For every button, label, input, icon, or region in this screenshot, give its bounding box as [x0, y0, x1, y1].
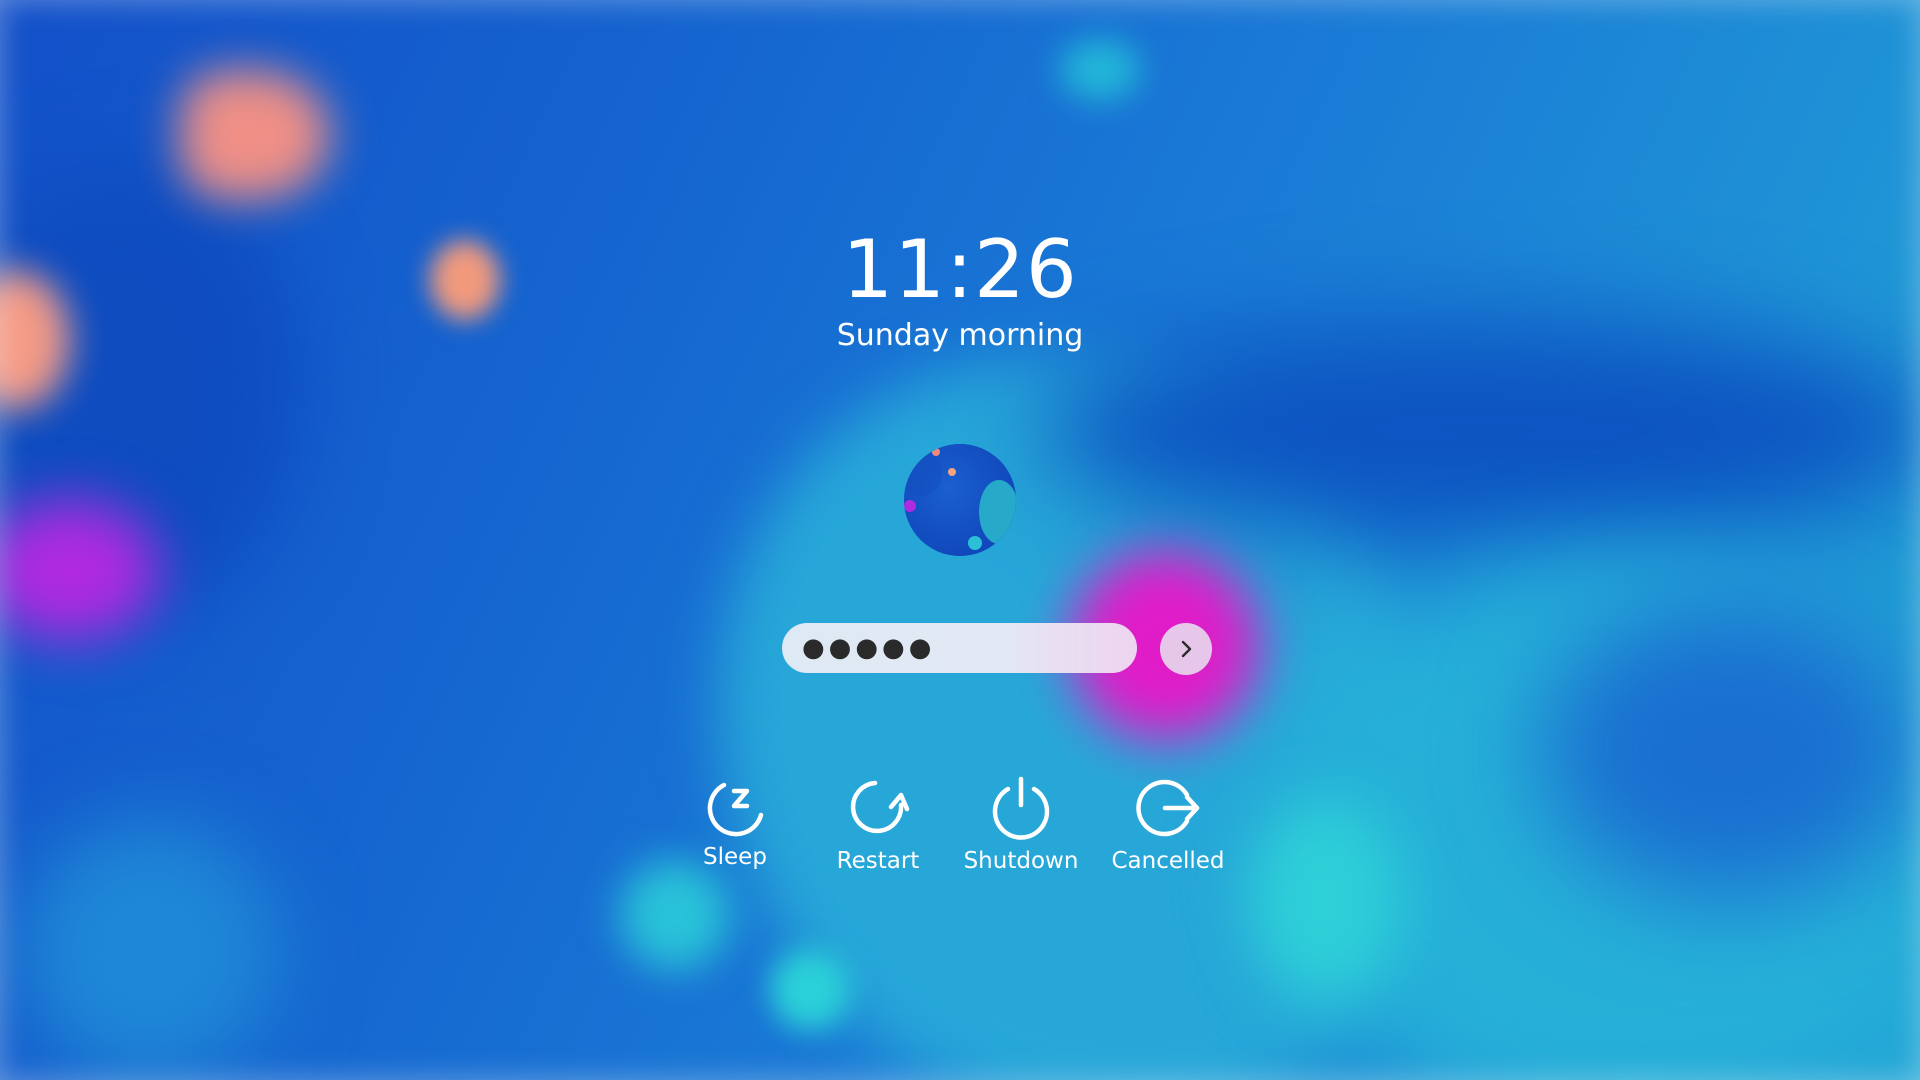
shutdown-button[interactable]: Shutdown [951, 775, 1091, 875]
user-avatar [904, 444, 1016, 556]
password-field[interactable]: ●●●●● [782, 623, 1137, 673]
power-icon [992, 776, 1050, 840]
sleep-label: Sleep [703, 844, 767, 870]
sleep-icon [707, 782, 764, 837]
clock-time: 11:26 [842, 223, 1078, 316]
submit-button[interactable] [1160, 623, 1212, 675]
restart-label: Restart [836, 848, 920, 874]
power-actions: Sleep Restart Shutdown Cancelled [0, 775, 1920, 895]
restart-icon [850, 780, 910, 834]
lock-screen: 11:26 Sunday morning ●●●●● Sleep Restart… [0, 0, 1920, 1080]
cancel-button[interactable]: Cancelled [1098, 775, 1238, 875]
restart-button[interactable]: Restart [808, 775, 948, 875]
date-label: Sunday morning [836, 318, 1084, 353]
password-mask: ●●●●● [802, 633, 936, 663]
cancel-label: Cancelled [1111, 848, 1225, 874]
chevron-right-icon [1181, 640, 1192, 658]
logout-arrow-icon [1136, 779, 1200, 837]
shutdown-label: Shutdown [963, 848, 1079, 874]
sleep-button[interactable]: Sleep [665, 775, 805, 871]
